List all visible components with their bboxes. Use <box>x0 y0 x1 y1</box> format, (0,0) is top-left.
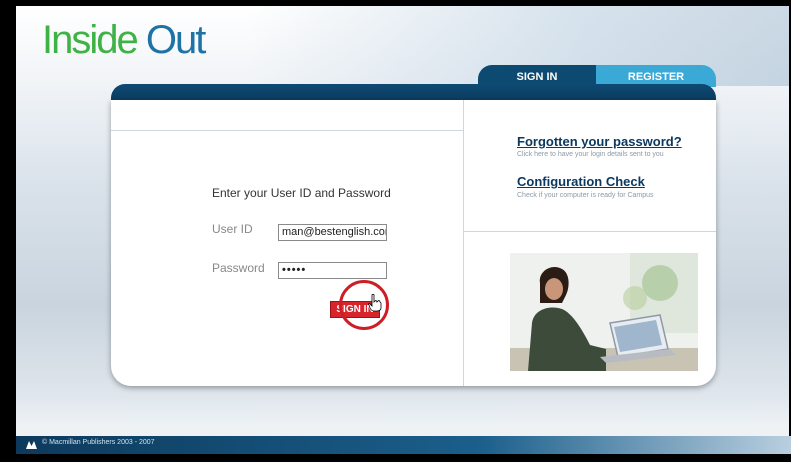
inside-out-logo: Inside Out <box>42 18 207 63</box>
login-prompt: Enter your User ID and Password <box>212 186 391 200</box>
bottom-edge <box>0 454 791 462</box>
configuration-check-description: Check if your computer is ready for Camp… <box>517 192 654 199</box>
password-label: Password <box>212 261 265 275</box>
footer-bar: © Macmillan Publishers 2003 - 2007 <box>16 436 791 454</box>
forgot-password-description: Click here to have your login details se… <box>517 151 664 158</box>
configuration-check-link[interactable]: Configuration Check <box>517 174 645 189</box>
hand-cursor-icon <box>368 294 382 312</box>
logo-text-out: Out <box>145 18 207 62</box>
vertical-divider <box>463 100 464 386</box>
window-frame: Inside Out SIGN IN REGISTER Enter your U… <box>0 0 791 462</box>
password-input[interactable]: ••••• <box>278 262 387 279</box>
logo-text-inside: Inside <box>42 18 146 62</box>
copyright-text: © Macmillan Publishers 2003 - 2007 <box>42 439 155 446</box>
left-divider <box>111 130 463 131</box>
student-laptop-photo <box>510 253 698 371</box>
user-id-input[interactable]: man@bestenglish.com <box>278 224 387 241</box>
login-panel: Enter your User ID and Password User ID … <box>111 100 716 386</box>
forgot-password-link[interactable]: Forgotten your password? <box>517 134 682 149</box>
login-page: Inside Out SIGN IN REGISTER Enter your U… <box>16 6 789 454</box>
user-id-label: User ID <box>212 222 253 236</box>
macmillan-logo-icon <box>26 441 37 449</box>
right-divider <box>463 231 716 232</box>
